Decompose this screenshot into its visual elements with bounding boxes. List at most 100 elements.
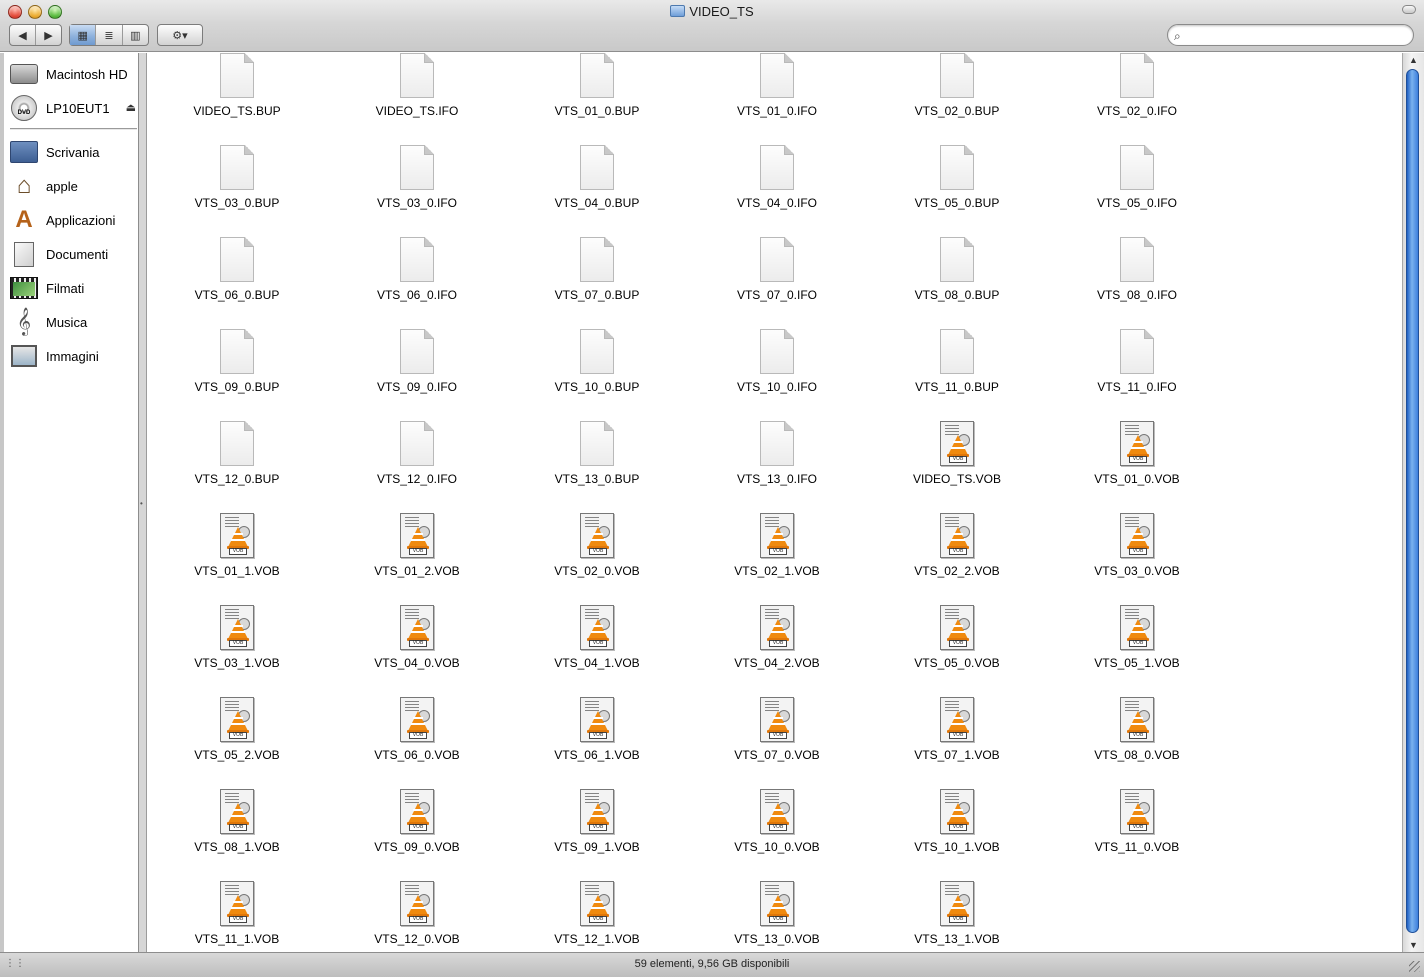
- file-item[interactable]: VOB VTS_12_1.VOB: [508, 881, 686, 951]
- file-item[interactable]: VTS_10_0.IFO: [688, 329, 866, 399]
- file-item[interactable]: VTS_04_0.BUP: [508, 145, 686, 215]
- back-button[interactable]: ◀: [10, 25, 35, 45]
- file-item[interactable]: VOB VTS_11_1.VOB: [148, 881, 326, 951]
- file-name: VTS_04_1.VOB: [554, 656, 640, 670]
- sidebar-item-apple[interactable]: ⌂ apple: [10, 172, 138, 200]
- vlc-vob-file-icon: VOB: [219, 789, 255, 835]
- vlc-vob-file-icon: VOB: [939, 605, 975, 651]
- sidebar-item-macintosh-hd[interactable]: Macintosh HD: [10, 60, 138, 88]
- file-item[interactable]: VOB VTS_04_0.VOB: [328, 605, 506, 675]
- file-item[interactable]: VOB VTS_13_0.VOB: [688, 881, 866, 951]
- file-item[interactable]: VOB VTS_03_1.VOB: [148, 605, 326, 675]
- file-item[interactable]: VTS_13_0.IFO: [688, 421, 866, 491]
- vob-tag-label: VOB: [409, 640, 427, 647]
- sidebar-item-applicazioni[interactable]: A Applicazioni: [10, 206, 138, 234]
- file-item[interactable]: VTS_06_0.BUP: [148, 237, 326, 307]
- file-item[interactable]: VTS_05_0.IFO: [1048, 145, 1226, 215]
- list-view-button[interactable]: ≣: [95, 25, 121, 45]
- vob-tag-label: VOB: [769, 916, 787, 923]
- file-item[interactable]: VOB VTS_04_2.VOB: [688, 605, 866, 675]
- window-resize-corner[interactable]: [1409, 961, 1420, 972]
- file-item[interactable]: VTS_02_0.BUP: [868, 53, 1046, 123]
- file-item[interactable]: VOB VTS_04_1.VOB: [508, 605, 686, 675]
- file-item[interactable]: VOB VTS_01_0.VOB: [1048, 421, 1226, 491]
- file-item[interactable]: VOB VTS_07_1.VOB: [868, 697, 1046, 767]
- vertical-scrollbar[interactable]: ▲ ▼: [1402, 53, 1424, 952]
- file-item[interactable]: VTS_03_0.IFO: [328, 145, 506, 215]
- scroll-up-arrow-icon[interactable]: ▲: [1409, 55, 1418, 65]
- sidebar-item-scrivania[interactable]: Scrivania: [10, 138, 138, 166]
- sidebar-item-documenti[interactable]: Documenti: [10, 240, 138, 268]
- file-name: VTS_03_1.VOB: [194, 656, 280, 670]
- file-item[interactable]: VTS_03_0.BUP: [148, 145, 326, 215]
- scroll-thumb[interactable]: [1406, 69, 1419, 933]
- file-item[interactable]: VOB VTS_13_1.VOB: [868, 881, 1046, 951]
- file-item[interactable]: VOB VTS_11_0.VOB: [1048, 789, 1226, 859]
- file-item[interactable]: VTS_10_0.BUP: [508, 329, 686, 399]
- sidebar-item-label: Musica: [46, 314, 88, 330]
- generic-document-icon: [399, 53, 435, 99]
- file-item[interactable]: VIDEO_TS.BUP: [148, 53, 326, 123]
- file-item[interactable]: VTS_11_0.IFO: [1048, 329, 1226, 399]
- documents-icon: [10, 240, 38, 268]
- file-item[interactable]: VOB VTS_06_0.VOB: [328, 697, 506, 767]
- sidebar-item-musica[interactable]: 𝄞 Musica: [10, 308, 138, 336]
- file-item[interactable]: VTS_09_0.IFO: [328, 329, 506, 399]
- file-item[interactable]: VTS_12_0.IFO: [328, 421, 506, 491]
- file-item[interactable]: VOB VTS_12_0.VOB: [328, 881, 506, 951]
- file-item[interactable]: VOB VTS_02_1.VOB: [688, 513, 866, 583]
- file-item[interactable]: VTS_05_0.BUP: [868, 145, 1046, 215]
- file-item[interactable]: VOB VTS_09_0.VOB: [328, 789, 506, 859]
- file-item[interactable]: VOB VTS_02_2.VOB: [868, 513, 1046, 583]
- file-item[interactable]: VOB VTS_05_2.VOB: [148, 697, 326, 767]
- file-item[interactable]: VTS_08_0.IFO: [1048, 237, 1226, 307]
- file-item[interactable]: VTS_06_0.IFO: [328, 237, 506, 307]
- file-item[interactable]: VTS_12_0.BUP: [148, 421, 326, 491]
- file-item[interactable]: VOB VTS_08_1.VOB: [148, 789, 326, 859]
- file-item[interactable]: VOB VTS_07_0.VOB: [688, 697, 866, 767]
- sidebar-item-lp10eut1[interactable]: DVD LP10EUT1 ⏏: [10, 94, 138, 122]
- search-input[interactable]: [1190, 27, 1405, 43]
- toolbar-toggle-button[interactable]: [1402, 5, 1416, 14]
- file-item[interactable]: VTS_09_0.BUP: [148, 329, 326, 399]
- forward-button[interactable]: ▶: [35, 25, 61, 45]
- file-item[interactable]: VOB VTS_01_2.VOB: [328, 513, 506, 583]
- icon-view-button[interactable]: ▦: [70, 25, 96, 45]
- sidebar-splitter[interactable]: •: [139, 53, 147, 952]
- file-item[interactable]: VOB VTS_09_1.VOB: [508, 789, 686, 859]
- vlc-vob-file-icon: VOB: [1119, 697, 1155, 743]
- eject-icon[interactable]: ⏏: [126, 101, 136, 114]
- file-item[interactable]: VTS_07_0.IFO: [688, 237, 866, 307]
- sidebar: Macintosh HD DVD LP10EUT1 ⏏ Scrivania ⌂ …: [0, 53, 139, 952]
- file-item[interactable]: VTS_13_0.BUP: [508, 421, 686, 491]
- file-item[interactable]: VTS_11_0.BUP: [868, 329, 1046, 399]
- column-view-button[interactable]: ▥: [121, 25, 148, 45]
- file-item[interactable]: VOB VTS_06_1.VOB: [508, 697, 686, 767]
- file-item[interactable]: VOB VTS_03_0.VOB: [1048, 513, 1226, 583]
- file-item[interactable]: VOB VIDEO_TS.VOB: [868, 421, 1046, 491]
- sidebar-item-filmati[interactable]: Filmati: [10, 274, 138, 302]
- scroll-down-arrow-icon[interactable]: ▼: [1409, 940, 1418, 950]
- vob-tag-label: VOB: [589, 824, 607, 831]
- file-item[interactable]: VTS_01_0.BUP: [508, 53, 686, 123]
- search-field[interactable]: ⌕: [1167, 24, 1414, 46]
- file-item[interactable]: VTS_04_0.IFO: [688, 145, 866, 215]
- file-item[interactable]: VOB VTS_05_1.VOB: [1048, 605, 1226, 675]
- file-item[interactable]: VOB VTS_05_0.VOB: [868, 605, 1046, 675]
- file-item[interactable]: VOB VTS_08_0.VOB: [1048, 697, 1226, 767]
- file-item[interactable]: VTS_08_0.BUP: [868, 237, 1046, 307]
- generic-document-icon: [1119, 145, 1155, 191]
- file-item[interactable]: VTS_07_0.BUP: [508, 237, 686, 307]
- file-item[interactable]: VIDEO_TS.IFO: [328, 53, 506, 123]
- file-item[interactable]: VOB VTS_10_1.VOB: [868, 789, 1046, 859]
- file-item[interactable]: VTS_01_0.IFO: [688, 53, 866, 123]
- sidebar-item-label: Filmati: [46, 280, 85, 296]
- file-item[interactable]: VOB VTS_10_0.VOB: [688, 789, 866, 859]
- vlc-vob-file-icon: VOB: [399, 789, 435, 835]
- sidebar-item-immagini[interactable]: Immagini: [10, 342, 138, 370]
- action-menu-button[interactable]: ⚙▾: [157, 24, 203, 46]
- vlc-vob-file-icon: VOB: [939, 513, 975, 559]
- file-item[interactable]: VTS_02_0.IFO: [1048, 53, 1226, 123]
- file-item[interactable]: VOB VTS_01_1.VOB: [148, 513, 326, 583]
- file-item[interactable]: VOB VTS_02_0.VOB: [508, 513, 686, 583]
